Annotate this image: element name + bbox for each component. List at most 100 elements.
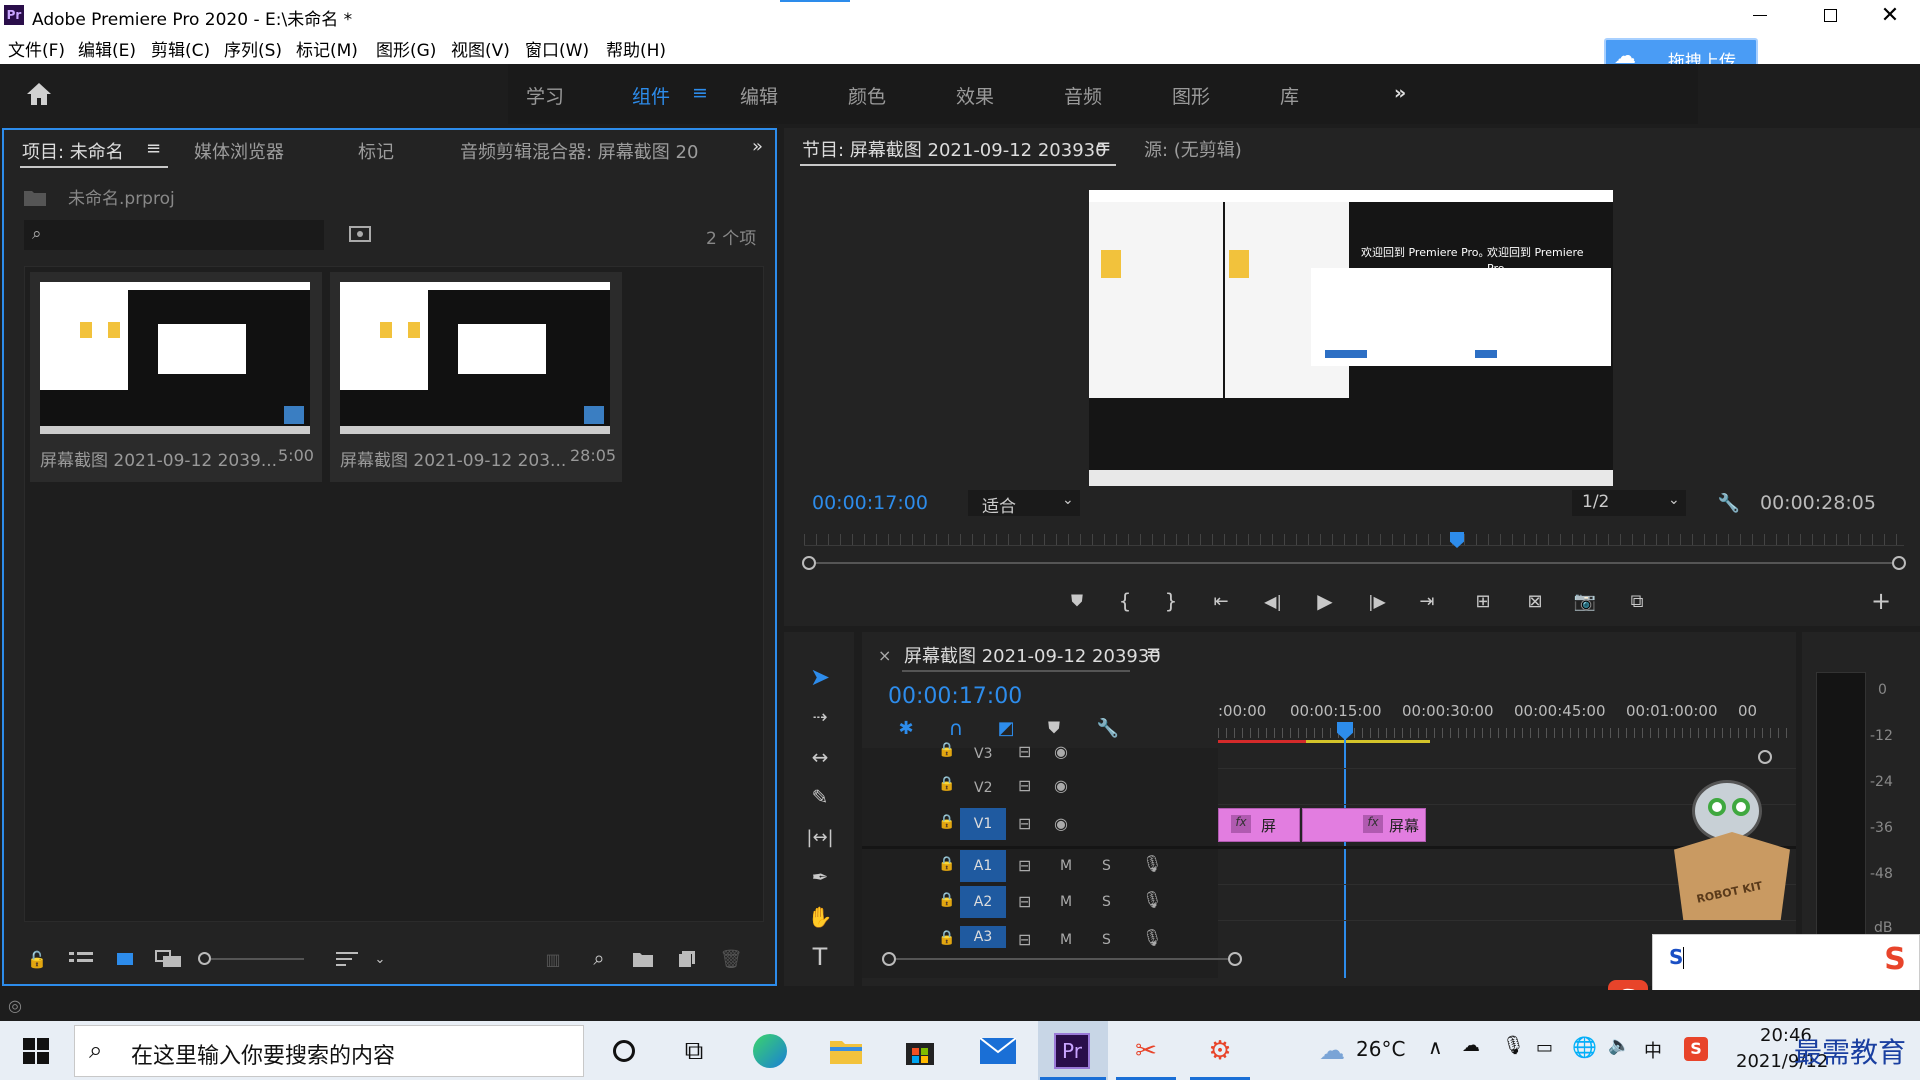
mute-button[interactable]: M: [1060, 858, 1072, 874]
find-icon[interactable]: ⌕: [586, 946, 612, 970]
eye-icon[interactable]: ◉: [1054, 742, 1068, 761]
project-item[interactable]: 屏幕截图 2021-09-12 203... 28:05: [330, 272, 622, 482]
lock-icon[interactable]: 🔒: [938, 892, 955, 908]
go-to-out-icon[interactable]: ⇥: [1414, 588, 1440, 614]
sync-lock-icon[interactable]: ⊟: [1018, 930, 1031, 949]
mute-button[interactable]: M: [1060, 894, 1072, 910]
timeline-menu-icon[interactable]: ≡: [1146, 642, 1161, 663]
lift-icon[interactable]: ⊞: [1468, 588, 1498, 614]
home-icon[interactable]: [22, 78, 56, 110]
workspace-effects[interactable]: 效果: [956, 82, 994, 109]
vertical-scroll-handle[interactable]: [1758, 750, 1772, 764]
mark-out-icon[interactable]: }: [1158, 588, 1184, 614]
cortana-icon[interactable]: [602, 1029, 646, 1073]
windows-start-icon[interactable]: [14, 1029, 58, 1073]
workspace-editing[interactable]: 编辑: [740, 82, 778, 109]
tab-media-browser[interactable]: 媒体浏览器: [194, 138, 284, 164]
restore-button[interactable]: [1800, 0, 1860, 30]
panel-overflow-icon[interactable]: »: [752, 136, 763, 157]
go-to-in-icon[interactable]: ⇤: [1208, 588, 1234, 614]
nest-toggle-icon[interactable]: ✱: [894, 716, 918, 740]
horizontal-scrollbar[interactable]: [882, 952, 1242, 966]
sequence-tab[interactable]: 屏幕截图 2021-09-12 203930: [904, 642, 1161, 668]
eye-icon[interactable]: ◉: [1054, 776, 1068, 795]
creative-cloud-icon[interactable]: ◎: [4, 994, 26, 1016]
track-select-tool-icon[interactable]: ⇢: [804, 702, 836, 732]
timeline-settings-icon[interactable]: 🔧: [1096, 716, 1120, 740]
scroll-handle-right[interactable]: [1228, 952, 1242, 966]
freeform-view-icon[interactable]: [154, 948, 184, 970]
sync-lock-icon[interactable]: ⊟: [1018, 742, 1031, 761]
menu-sequence[interactable]: 序列(S): [224, 36, 282, 61]
sogou-tray-icon[interactable]: S: [1684, 1037, 1708, 1061]
trash-icon[interactable]: 🗑: [720, 948, 743, 970]
cloud-sync-icon[interactable]: ☁: [1462, 1035, 1480, 1056]
menu-edit[interactable]: 编辑(E): [78, 36, 136, 61]
network-icon[interactable]: 🌐: [1572, 1035, 1597, 1059]
track-target-v1[interactable]: V1: [960, 808, 1006, 840]
automate-to-sequence-icon[interactable]: ▥: [540, 948, 566, 970]
input-language[interactable]: 中: [1644, 1037, 1662, 1063]
track-label-v2[interactable]: V2: [974, 780, 992, 796]
store-icon[interactable]: [898, 1029, 942, 1073]
menu-graphics[interactable]: 图形(G): [376, 36, 436, 61]
zoom-slider[interactable]: [198, 952, 304, 965]
add-marker-icon[interactable]: ⛊: [1042, 716, 1066, 740]
video-clip[interactable]: fx 屏: [1218, 808, 1300, 842]
timeline-timecode[interactable]: 00:00:17:00: [888, 684, 1022, 709]
sync-lock-icon[interactable]: ⊟: [1018, 856, 1031, 875]
file-explorer-icon[interactable]: [824, 1029, 868, 1073]
temperature[interactable]: 26°C: [1356, 1037, 1405, 1061]
menu-window[interactable]: 窗口(W): [525, 36, 589, 61]
zoom-handle-left[interactable]: [802, 556, 816, 570]
track-target-a1[interactable]: A1: [960, 850, 1006, 882]
tab-markers[interactable]: 标记: [358, 138, 394, 164]
workspace-audio[interactable]: 音频: [1064, 82, 1102, 109]
menu-view[interactable]: 视图(V): [451, 36, 510, 61]
hand-tool-icon[interactable]: ✋: [804, 902, 836, 932]
close-button[interactable]: ✕: [1860, 0, 1920, 30]
track-target-a2[interactable]: A2: [960, 886, 1006, 918]
add-button-icon[interactable]: +: [1868, 587, 1894, 615]
icon-view-icon[interactable]: [114, 948, 136, 970]
lock-icon[interactable]: 🔒: [938, 742, 955, 758]
resolution-dropdown[interactable]: 1/2 ⌄: [1572, 490, 1686, 516]
task-view-icon[interactable]: ⧉: [672, 1029, 716, 1073]
tab-source[interactable]: 源: (无剪辑): [1144, 136, 1242, 162]
taskbar-search[interactable]: ⌕ 在这里输入你要搜索的内容: [74, 1025, 584, 1077]
sort-icons-icon[interactable]: [334, 948, 360, 970]
lock-icon[interactable]: 🔒: [938, 856, 955, 872]
selection-tool-icon[interactable]: ➤: [804, 662, 836, 692]
microphone-icon[interactable]: 🎙: [1142, 890, 1162, 909]
type-tool-icon[interactable]: T: [804, 942, 836, 972]
workspace-libraries[interactable]: 库: [1280, 82, 1299, 109]
lock-icon[interactable]: 🔒: [938, 776, 955, 792]
lock-icon[interactable]: 🔒: [938, 814, 955, 830]
step-forward-icon[interactable]: |▶: [1364, 588, 1390, 614]
razor-tool-icon[interactable]: ✎: [804, 782, 836, 812]
microphone-icon[interactable]: 🎙: [1142, 854, 1162, 873]
linked-selection-icon[interactable]: ◩: [994, 716, 1018, 740]
tab-program[interactable]: 节目: 屏幕截图 2021-09-12 203930: [802, 136, 1107, 162]
microphone-icon[interactable]: 🎙: [1142, 928, 1162, 947]
tray-chevron-icon[interactable]: ∧: [1428, 1035, 1443, 1059]
new-item-icon[interactable]: [676, 948, 698, 970]
solo-button[interactable]: S: [1102, 932, 1111, 948]
zoom-slider-handle[interactable]: [198, 952, 211, 965]
timeline-ruler[interactable]: [1218, 728, 1792, 738]
menu-file[interactable]: 文件(F): [8, 36, 65, 61]
workspace-menu-icon[interactable]: ≡: [692, 82, 708, 104]
fit-dropdown[interactable]: 适合 ⌄: [968, 490, 1080, 517]
sync-lock-icon[interactable]: ⊟: [1018, 892, 1031, 911]
sogou-icon[interactable]: S: [1875, 939, 1915, 979]
solo-button[interactable]: S: [1102, 858, 1111, 874]
close-sequence-icon[interactable]: ×: [878, 646, 891, 665]
slip-tool-icon[interactable]: |↔|: [804, 822, 836, 852]
menu-marker[interactable]: 标记(M): [296, 36, 358, 61]
lock-icon[interactable]: 🔒: [938, 930, 955, 946]
wrench-icon[interactable]: 🔧: [1718, 492, 1740, 514]
zoom-bar[interactable]: [802, 556, 1906, 570]
sort-dropdown-icon[interactable]: ⌄: [370, 948, 390, 970]
add-marker-icon[interactable]: ⛊: [1064, 588, 1090, 614]
more-workspaces-icon[interactable]: »: [1394, 82, 1406, 104]
